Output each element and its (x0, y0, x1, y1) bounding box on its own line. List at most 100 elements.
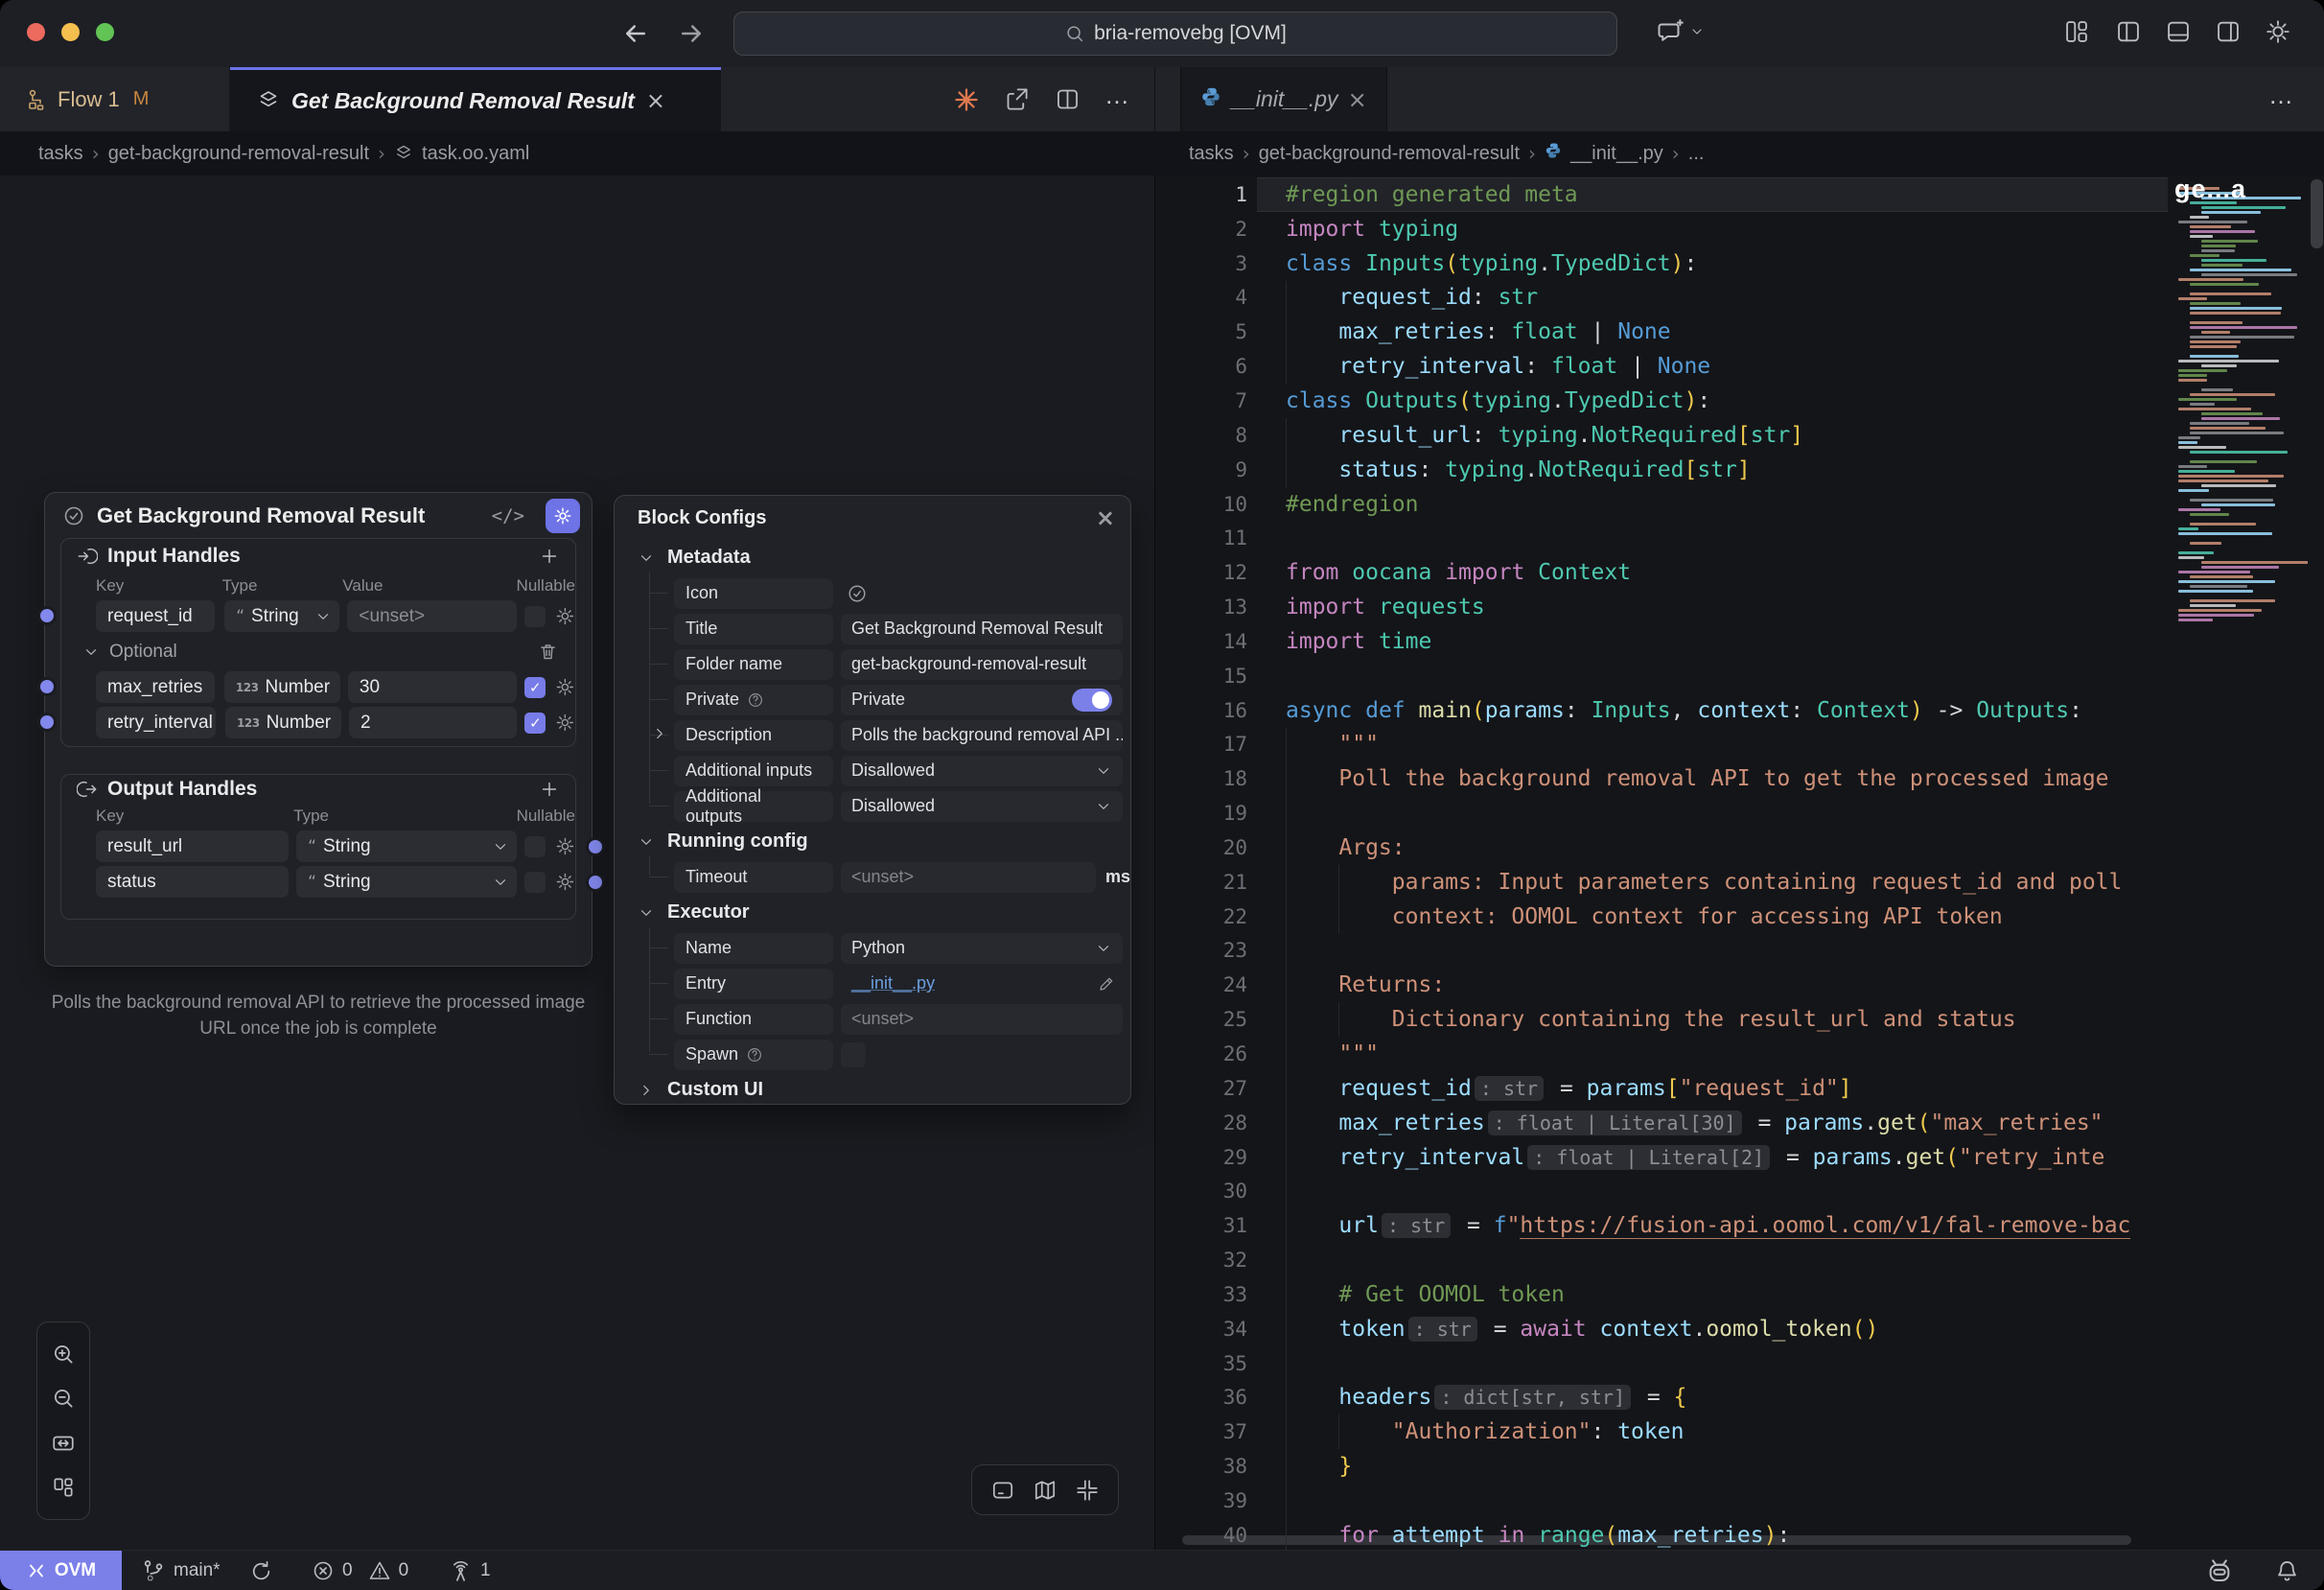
code-line[interactable]: 15 (1155, 659, 2324, 693)
more-actions-icon[interactable]: … (1104, 81, 1131, 110)
config-value[interactable]: Private (841, 685, 1123, 715)
code-line[interactable]: 7class Outputs(typing.TypedDict): (1155, 384, 2324, 418)
code-editor[interactable]: 1#region generated meta2import typing3cl… (1154, 175, 2324, 1550)
code-line[interactable]: 3class Inputs(typing.TypedDict): (1155, 246, 2324, 281)
sync-item[interactable] (249, 1551, 273, 1590)
code-line[interactable]: 14import time (1155, 624, 2324, 659)
config-value[interactable]: <unset> (841, 862, 1096, 893)
code-line[interactable]: 10#endregion (1155, 487, 2324, 522)
config-value[interactable]: __init__.py (841, 969, 1098, 999)
code-line[interactable]: 12from oocana import Context (1155, 555, 2324, 590)
breadcrumb[interactable]: tasks›get-background-removal-result›__in… (1189, 131, 1704, 175)
input-handle-dot-request-id[interactable] (37, 606, 57, 625)
optional-group-header[interactable]: Optional (61, 634, 575, 669)
pencil-icon[interactable] (1098, 974, 1115, 994)
zoom-in-button[interactable] (51, 1342, 76, 1367)
breadcrumb-item[interactable]: get-background-removal-result (1259, 143, 1520, 165)
notifications-item[interactable] (2274, 1551, 2300, 1590)
code-line[interactable]: 38 } (1155, 1449, 2324, 1484)
vertical-scrollbar[interactable] (2311, 179, 2323, 248)
gear-icon[interactable] (555, 606, 575, 626)
key-field[interactable]: retry_interval (96, 707, 216, 738)
icon-value[interactable] (847, 583, 868, 604)
config-value[interactable]: Disallowed (841, 791, 1123, 822)
gear-icon[interactable] (555, 677, 575, 697)
config-section-header[interactable]: Executor (615, 895, 1130, 930)
minimize-window-button[interactable] (61, 23, 80, 41)
zoom-out-button[interactable] (51, 1386, 76, 1411)
code-line[interactable]: 28 max_retries: float | Literal[30] = pa… (1155, 1106, 2324, 1140)
git-branch-item[interactable]: main* (141, 1551, 221, 1590)
output-handle-dot-status[interactable] (586, 873, 605, 892)
minimap-toggle-button[interactable] (1033, 1478, 1057, 1503)
key-field[interactable]: max_retries (96, 671, 215, 703)
help-icon[interactable] (747, 691, 764, 709)
code-line[interactable]: 30 (1155, 1174, 2324, 1208)
code-line[interactable]: 31 url: str = f"https://fusion-api.oomol… (1155, 1208, 2324, 1243)
breadcrumb-item[interactable]: task.oo.yaml (422, 143, 529, 165)
config-value[interactable]: Polls the background removal API ... (841, 720, 1123, 751)
gear-icon[interactable] (555, 713, 575, 733)
breadcrumb[interactable]: tasks›get-background-removal-result›task… (38, 131, 529, 175)
assistant-item[interactable] (2205, 1551, 2234, 1590)
breadcrumb-item[interactable]: ... (1688, 143, 1705, 165)
add-output-button[interactable] (539, 779, 560, 800)
type-select[interactable]: “String (296, 866, 517, 898)
code-line[interactable]: 24 Returns: (1155, 968, 2324, 1002)
ports-item[interactable]: 1 (449, 1551, 491, 1590)
nullable-checkbox[interactable] (524, 606, 546, 627)
config-value[interactable]: Disallowed (841, 756, 1123, 786)
close-tab-icon[interactable]: × (1348, 88, 1367, 111)
type-select[interactable]: “String (224, 600, 339, 632)
close-window-button[interactable] (27, 23, 45, 41)
type-select[interactable]: 123Number (224, 671, 340, 703)
type-select[interactable]: 123Number (225, 707, 341, 738)
expand-row-icon[interactable] (651, 725, 668, 742)
add-input-button[interactable] (539, 546, 560, 567)
breadcrumb-item[interactable]: get-background-removal-result (108, 143, 369, 165)
code-line[interactable]: 6 retry_interval: float | None (1155, 349, 2324, 384)
split-editor-icon[interactable] (1055, 86, 1081, 112)
code-line[interactable]: 29 retry_interval: float | Literal[2] = … (1155, 1140, 2324, 1175)
tab-flow-1[interactable]: Flow 1 M (0, 67, 230, 131)
ai-chat-button[interactable] (1657, 17, 1705, 46)
code-line[interactable]: 4 request_id: str (1155, 281, 2324, 316)
code-line[interactable]: 26 """ (1155, 1037, 2324, 1071)
nullable-checkbox[interactable]: ✓ (524, 677, 546, 698)
fit-view-button[interactable] (51, 1431, 76, 1456)
node-settings-button[interactable] (546, 499, 580, 533)
toggle-on[interactable] (1072, 689, 1112, 712)
problems-item[interactable]: 0 0 (312, 1551, 408, 1590)
breadcrumb-item[interactable]: tasks (1189, 143, 1234, 165)
key-field[interactable]: request_id (96, 600, 215, 632)
help-icon[interactable] (746, 1046, 763, 1064)
output-handle-dot-result-url[interactable] (586, 837, 605, 856)
code-line[interactable]: 8 result_url: typing.NotRequired[str] (1155, 418, 2324, 453)
code-line[interactable]: 32 (1155, 1243, 2324, 1277)
code-line[interactable]: 39 (1155, 1484, 2324, 1518)
collapse-view-button[interactable] (1075, 1478, 1100, 1503)
trash-icon[interactable] (538, 642, 558, 662)
console-panel-button[interactable] (990, 1478, 1015, 1503)
code-line[interactable]: 37 "Authorization": token (1155, 1415, 2324, 1449)
value-field[interactable]: 30 (348, 671, 517, 703)
code-line[interactable]: 19 (1155, 796, 2324, 830)
code-line[interactable]: 16async def main(params: Inputs, context… (1155, 693, 2324, 728)
tab-get-background-removal-result[interactable]: Get Background Removal Result × (230, 67, 721, 131)
code-line[interactable]: 34 token: str = await context.oomol_toke… (1155, 1312, 2324, 1346)
input-handle-dot-retry-interval[interactable] (37, 713, 57, 732)
zoom-window-button[interactable] (96, 23, 114, 41)
config-value[interactable]: <unset> (841, 1004, 1123, 1035)
key-field[interactable]: status (96, 866, 289, 898)
type-select[interactable]: “String (296, 830, 517, 862)
code-line[interactable]: 27 request_id: str = params["request_id"… (1155, 1071, 2324, 1106)
code-line[interactable]: 9 status: typing.NotRequired[str] (1155, 453, 2324, 487)
breadcrumb-item[interactable]: tasks (38, 143, 83, 165)
code-line[interactable]: 18 Poll the background removal API to ge… (1155, 761, 2324, 796)
editor-more-actions-icon[interactable]: … (2268, 81, 2295, 110)
flow-canvas[interactable]: Get Background Removal Result </> Input … (0, 175, 1154, 1550)
overview-button[interactable] (51, 1475, 76, 1500)
back-button[interactable] (621, 19, 650, 48)
tab-init-py[interactable]: __init__.py × (1180, 67, 1387, 131)
input-handle-dot-max-retries[interactable] (37, 677, 57, 696)
